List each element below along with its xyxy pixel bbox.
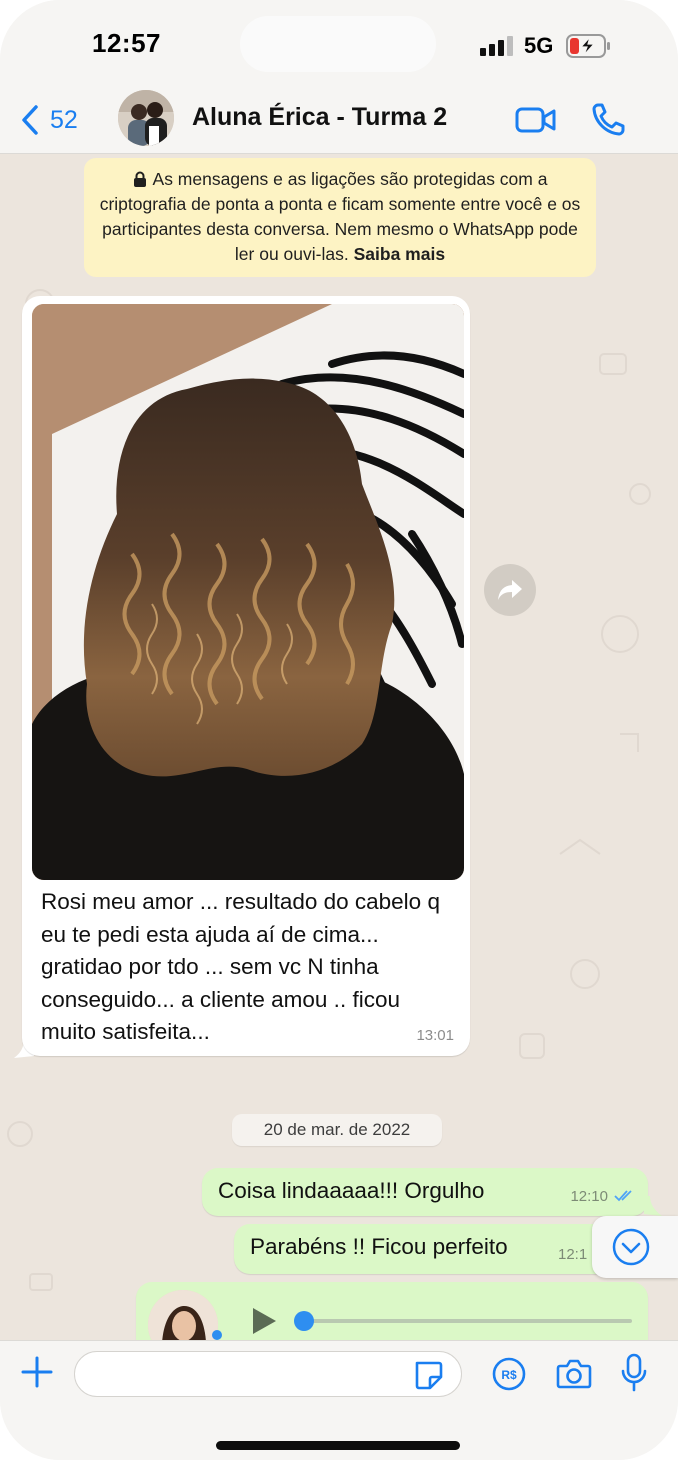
message-photo[interactable] [32, 304, 464, 880]
hair-photo-illustration [32, 304, 464, 880]
learn-more-link[interactable]: Saiba mais [354, 244, 445, 264]
encryption-text: As mensagens e as ligações são protegida… [99, 169, 581, 264]
message-text: Parabéns !! Ficou perfeito [250, 1234, 508, 1259]
outgoing-message[interactable]: Coisa lindaaaaa!!! Orgulho 12:10 [202, 1168, 648, 1216]
dynamic-island [240, 16, 436, 72]
contact-avatar[interactable] [118, 90, 174, 146]
unread-count: 52 [50, 105, 78, 134]
phone-frame: 12:57 5G 52 Aluna Érica - Turma 2 As men… [0, 0, 678, 1460]
chat-area[interactable]: As mensagens e as ligações são protegida… [0, 154, 678, 1340]
status-time: 12:57 [92, 28, 161, 58]
play-icon[interactable] [250, 1306, 278, 1336]
signal-strength-icon [480, 36, 514, 56]
lock-icon [133, 171, 146, 187]
back-button[interactable]: 52 [20, 102, 78, 138]
bubble-tail-outgoing [644, 1196, 662, 1216]
message-text: Coisa lindaaaaa!!! Orgulho [218, 1178, 485, 1203]
forward-button[interactable] [484, 564, 536, 616]
encryption-notice[interactable]: As mensagens e as ligações são protegida… [84, 158, 596, 277]
plus-icon[interactable] [20, 1355, 54, 1389]
message-caption: Rosi meu amor ... resultado do cabelo q … [41, 889, 440, 1044]
avatar-photo [118, 90, 174, 146]
audio-scrubber[interactable] [294, 1311, 314, 1331]
status-bar: 12:57 5G [0, 0, 678, 90]
scroll-to-bottom-button[interactable] [592, 1216, 678, 1278]
microphone-indicator [212, 1330, 222, 1340]
phone-icon[interactable] [588, 100, 632, 140]
audio-sender-avatar [148, 1290, 218, 1340]
input-bar: R$ [0, 1340, 678, 1460]
chat-header: 52 Aluna Érica - Turma 2 [0, 88, 678, 154]
svg-text:R$: R$ [501, 1368, 517, 1382]
audio-progress-track[interactable] [302, 1319, 632, 1323]
network-label: 5G [524, 33, 554, 58]
incoming-photo-message[interactable]: Rosi meu amor ... resultado do cabelo q … [22, 296, 470, 1056]
contact-name[interactable]: Aluna Érica - Turma 2 [192, 103, 447, 132]
message-input[interactable] [74, 1351, 462, 1397]
video-camera-icon[interactable] [514, 100, 558, 140]
avatar-photo [148, 1290, 218, 1340]
outgoing-message[interactable]: Parabéns !! Ficou perfeito 12:1 [234, 1224, 648, 1274]
home-indicator[interactable] [216, 1441, 460, 1450]
date-separator: 20 de mar. de 2022 [232, 1114, 442, 1146]
message-time: 12:1 [558, 1246, 588, 1263]
battery-icon [566, 34, 610, 58]
camera-icon[interactable] [556, 1357, 592, 1391]
chevron-down-icon [612, 1228, 650, 1266]
chevron-left-icon [22, 105, 38, 135]
message-time: 12:10 [570, 1188, 608, 1205]
microphone-icon[interactable] [620, 1353, 648, 1393]
sticker-icon[interactable] [412, 1359, 444, 1391]
pix-payment-icon[interactable]: R$ [492, 1357, 526, 1391]
outgoing-audio-message[interactable] [136, 1282, 648, 1340]
forward-icon [498, 580, 522, 600]
message-time: 13:01 [416, 1027, 454, 1044]
read-ticks-icon [614, 1190, 632, 1202]
